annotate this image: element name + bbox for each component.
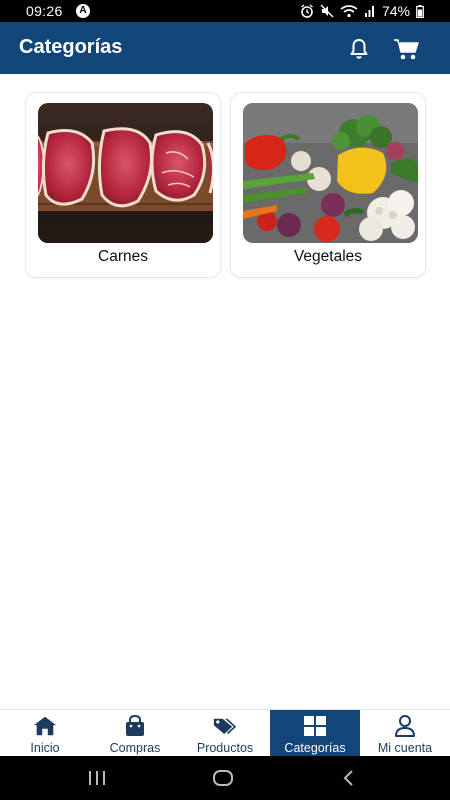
category-image-vegetales (243, 103, 418, 243)
back-chevron-icon (343, 770, 353, 786)
notifications-button[interactable] (344, 34, 374, 64)
nav-label-compras: Compras (109, 741, 161, 755)
status-icons: 74% (300, 3, 424, 19)
home-icon (33, 715, 57, 737)
mute-icon (320, 4, 334, 18)
nav-item-mi-cuenta[interactable]: Mi cuenta (360, 710, 450, 757)
home-system-button[interactable] (208, 766, 238, 790)
home-pill-icon (213, 770, 233, 786)
cart-button[interactable] (392, 34, 422, 64)
bottom-navigation: Inicio Compras Productos Categorías Mi c… (0, 709, 450, 757)
nav-item-categorias[interactable]: Categorías (270, 710, 360, 757)
recent-apps-button[interactable] (82, 766, 112, 790)
category-grid: Carnes Vegetales (25, 92, 426, 278)
category-label: Vegetales (293, 248, 363, 265)
page-title: Categorías (19, 36, 123, 58)
battery-percent: 74% (381, 3, 410, 19)
nav-label-mi-cuenta: Mi cuenta (377, 741, 433, 755)
cart-icon (394, 39, 419, 60)
category-card-vegetales[interactable]: Vegetales (230, 92, 426, 278)
bell-icon (350, 39, 368, 59)
recent-apps-icon (89, 771, 105, 785)
nav-item-productos[interactable]: Productos (180, 710, 270, 757)
nav-label-inicio: Inicio (30, 741, 60, 755)
tags-icon (213, 715, 237, 737)
alarm-icon (301, 4, 313, 18)
grid-icon (303, 715, 327, 737)
system-navigation-bar (0, 756, 450, 800)
app-notification-icon: A (76, 4, 90, 18)
category-card-carnes[interactable]: Carnes (25, 92, 221, 278)
category-label: Carnes (98, 248, 148, 265)
nav-item-inicio[interactable]: Inicio (0, 710, 90, 757)
battery-icon (416, 4, 424, 18)
app-bar: Categorías (0, 22, 450, 74)
nav-item-compras[interactable]: Compras (90, 710, 180, 757)
status-bar: 09:26 A 74% (0, 0, 450, 22)
status-time: 09:26 (26, 3, 63, 19)
nav-label-productos: Productos (196, 741, 254, 755)
nav-label-categorias: Categorías (284, 741, 346, 755)
category-image-carnes (38, 103, 213, 243)
back-button[interactable] (334, 766, 364, 790)
wifi-icon (340, 5, 358, 18)
shopping-bag-icon (123, 715, 147, 737)
signal-icon (364, 6, 374, 17)
user-icon (393, 715, 417, 737)
